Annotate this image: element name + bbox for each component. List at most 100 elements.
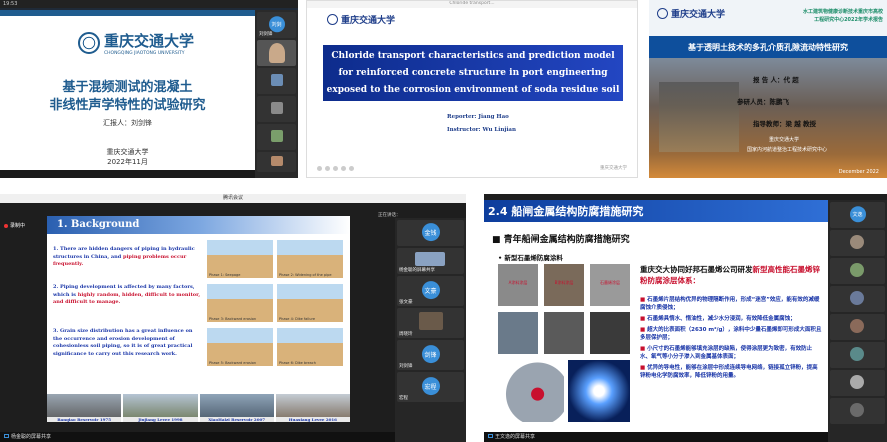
sample-photo xyxy=(498,312,538,354)
participant-tile[interactable] xyxy=(830,230,885,256)
avatar: 金钱 xyxy=(421,223,440,242)
phase-label: Phase 2: Widening of the pipe xyxy=(279,273,332,277)
participant-tile[interactable] xyxy=(830,370,885,396)
participant-tile[interactable]: 金钱 xyxy=(397,220,464,246)
reporter-label: 报 告 人：代 超 xyxy=(753,76,799,84)
camera-feed xyxy=(415,252,445,266)
recording-text: 录制中 xyxy=(10,223,26,229)
participant-label: 参研人员：陈鹏飞 xyxy=(737,98,789,106)
toolbar-text: Chloride transport... xyxy=(449,1,495,6)
date-label: December 2022 xyxy=(838,169,879,175)
participant-name: 张文豪 xyxy=(399,300,413,305)
slide-header: 1. Background xyxy=(47,216,350,234)
header-line-2: 工程研究中心2022年学术报告 xyxy=(814,17,883,23)
participant-tile[interactable] xyxy=(257,40,296,66)
zoom-icon[interactable] xyxy=(349,166,354,171)
slide-header: 重庆交通大学 水工建筑物健康诊断技术重庆市高校 工程研究中心2022年学术报告 xyxy=(649,0,887,36)
window-title-bar: 腾讯会议 xyxy=(0,194,466,203)
advisor-label: 指导教师：梁 越 教授 xyxy=(753,120,817,128)
participant-panel: 刘剑 刘剑锋 xyxy=(255,10,298,178)
date-label: 2022年11月 xyxy=(107,158,148,166)
bullet-item: ■ 石墨烯具惰水、惰油性，减少水分浸润，有效降低金属腐蚀； xyxy=(640,316,796,322)
logo-text: 重庆交通大学 xyxy=(341,16,396,26)
camera-feed xyxy=(271,102,283,114)
center-label: 国家内河航道整治工程技术研究中心 xyxy=(747,147,828,153)
slide-controls xyxy=(317,166,354,171)
recording-indicator: 录制中 xyxy=(4,222,25,229)
camera-feed xyxy=(850,403,864,417)
sample-photo: B涂料涂层 xyxy=(544,264,584,306)
disaster-photo: XiaoHaizi Reservoir 2007 xyxy=(199,394,274,422)
prev-icon[interactable] xyxy=(317,166,322,171)
participant-tile[interactable]: 杨金聪的屏幕共享 xyxy=(397,248,464,274)
participant-tile[interactable] xyxy=(257,124,296,150)
participant-tile[interactable]: 刘剑 刘剑锋 xyxy=(257,12,296,38)
participant-tile[interactable] xyxy=(257,96,296,122)
presenter-bar: 王文逸的屏幕共享 xyxy=(484,432,828,442)
slide: 重庆交通大学 CHONGQING JIAOTONG UNIVERSITY 基于混… xyxy=(0,10,255,170)
participant-tile[interactable]: 文逸 xyxy=(830,202,885,228)
phase-label: Phase 4: Dike failure xyxy=(279,317,315,321)
sample-photo xyxy=(590,312,630,354)
camera-feed xyxy=(850,235,864,249)
participant-tile[interactable]: 文豪 张文豪 xyxy=(397,276,464,306)
phase-cell: Phase 2: Widening of the pipe xyxy=(277,240,343,278)
participant-tile[interactable] xyxy=(830,286,885,312)
phase-cell: Phase 5: Backward erosion xyxy=(207,328,273,366)
disaster-photo: Banqiao Reservoir 1975 xyxy=(47,394,122,422)
camera-feed xyxy=(850,347,864,361)
screenshot-transparent-soil-report: 重庆交通大学 水工建筑物健康诊断技术重庆市高校 工程研究中心2022年学术报告 … xyxy=(649,0,887,178)
slide-subtitle: ■ 青年船闸金属结构防腐措施研究 xyxy=(492,235,630,245)
phase-cell: Phase 6: Dike breach xyxy=(277,328,343,366)
background-item-2: 2. Piping development is affected by man… xyxy=(53,284,201,305)
camera-feed xyxy=(271,74,283,86)
bullet-item: ■ 石墨烯片层结构优异的物理隔断作用，形成“迷宫”效应，能有效的减缓腐蚀介质侵蚀… xyxy=(640,297,820,311)
logo: 重庆交通大学 xyxy=(327,13,395,26)
camera-feed xyxy=(850,291,864,305)
participant-tile[interactable] xyxy=(830,314,885,340)
photo-caption: Huaxiang Levee 2016 xyxy=(275,417,350,422)
photo-caption: XiaoHaizi Reservoir 2007 xyxy=(199,417,274,422)
logo-sub: CHONGQING JIAOTONG UNIVERSITY xyxy=(104,51,185,56)
disaster-photo: Jiujiang Levee 1998 xyxy=(123,394,198,422)
participant-tile[interactable] xyxy=(257,68,296,94)
camera-feed xyxy=(850,375,864,389)
university-seal-icon xyxy=(657,8,668,19)
instructor-label: Instructor: Wu Linjian xyxy=(447,127,516,133)
participant-tile[interactable]: 剑锋刘剑锋 xyxy=(397,340,464,370)
clock: 19:53 xyxy=(3,1,18,7)
university-seal-icon xyxy=(78,32,100,54)
presenter-bar: 杨金聪的屏幕共享 xyxy=(0,432,395,442)
participant-name: 刘剑锋 xyxy=(399,364,413,369)
bullet-item: ■ 小尺寸的石墨烯能够填充涂层的缺陷，使得涂层更为致密，有效防止水、氧气等小分子… xyxy=(640,346,813,360)
photo-caption: Banqiao Reservoir 1975 xyxy=(47,417,122,422)
participant-tile[interactable]: 周晓玲 xyxy=(397,308,464,338)
avatar: 剑锋 xyxy=(421,345,440,364)
play-icon[interactable] xyxy=(325,166,330,171)
slide-title-2: 非线性声学特性的试验研究 xyxy=(49,98,206,113)
sample-photo: 石墨烯涂层 xyxy=(590,264,630,306)
participant-tile[interactable] xyxy=(830,398,885,424)
university-seal-icon xyxy=(327,14,338,25)
bullet-list: ■ 石墨烯片层结构优异的物理隔断作用，形成“迷宫”效应，能有效的减缓腐蚀介质侵蚀… xyxy=(640,296,822,380)
screenshot-chloride-report: Chloride transport... 重庆交通大学 Chloride tr… xyxy=(306,0,638,178)
camera-feed xyxy=(850,263,864,277)
participant-tile[interactable]: 宏程 宏程 xyxy=(397,372,464,402)
phase-cell: Phase 3: Backward erosion xyxy=(207,284,273,322)
pen-icon[interactable] xyxy=(341,166,346,171)
title-band: Chloride transport characteristics and p… xyxy=(323,45,623,101)
slide: 1. Background 1. There are hidden danger… xyxy=(47,216,350,422)
sample-label: B涂料涂层 xyxy=(554,280,574,285)
participant-tile[interactable] xyxy=(830,258,885,284)
intro-text: 重庆交大协同好邦石墨烯公司研发新型高性能石墨烯锌粉防腐涂层体系： xyxy=(640,265,820,285)
title-line-3: exposed to the corrosion environment of … xyxy=(326,85,620,95)
next-icon[interactable] xyxy=(333,166,338,171)
phase-label: Phase 5: Backward erosion xyxy=(209,361,257,365)
participant-tile[interactable] xyxy=(830,342,885,368)
camera-feed xyxy=(271,130,283,142)
phase-cell: Phase 4: Dike failure xyxy=(277,284,343,322)
participant-tile[interactable] xyxy=(257,152,296,172)
slide-title-1: 基于混频测试的混凝土 xyxy=(62,80,193,95)
sample-photo xyxy=(544,312,584,354)
title-line-1: Chloride transport characteristics and p… xyxy=(331,51,615,61)
